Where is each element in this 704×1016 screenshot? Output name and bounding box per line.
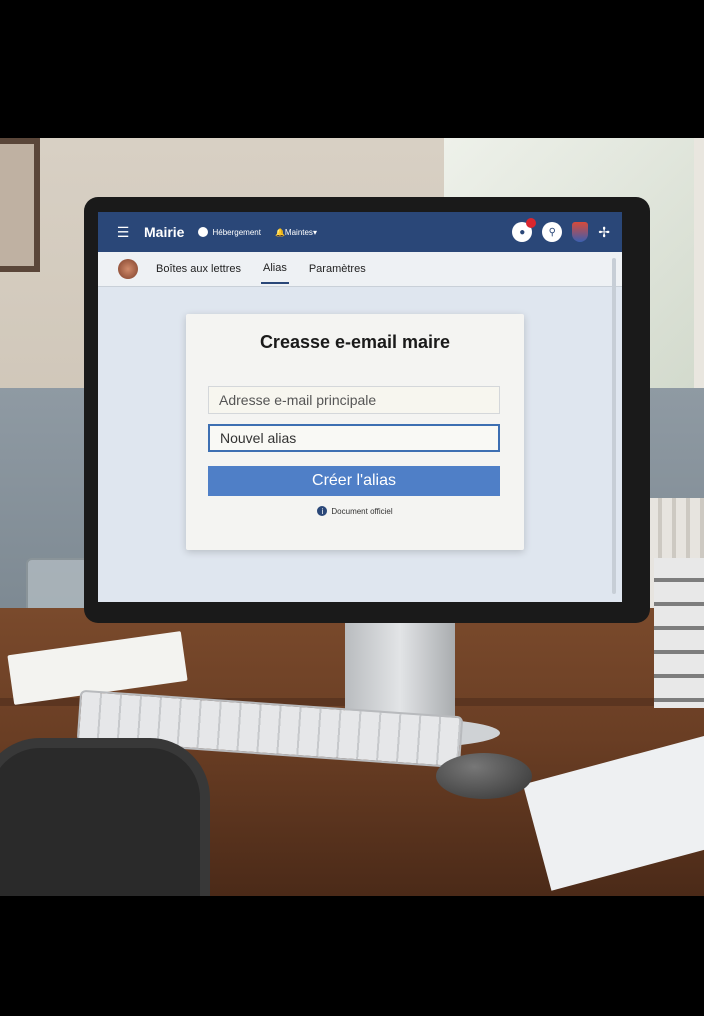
mailbox-icon — [198, 227, 209, 237]
mouse — [436, 753, 532, 799]
alias-form-card: Creasse e-email maire Adresse e-mail pri… — [186, 314, 524, 550]
bell-icon: 🔔 — [274, 227, 285, 237]
header-actions: ● ⚲ ✢ — [512, 218, 610, 242]
nav-item-hebergement[interactable]: Hébergement — [198, 227, 261, 237]
shield-icon[interactable] — [572, 222, 589, 242]
official-document-link[interactable]: i Document officiel — [186, 506, 524, 516]
nav-item-label: Maintes — [284, 227, 313, 237]
notification-badge — [526, 218, 537, 228]
app-brand: Mairie — [144, 224, 185, 240]
monitor-screen: ☰ Mairie Hébergement 🔔 Maintes ▾ ● ⚲ ✢ B… — [98, 212, 622, 602]
form-title: Creasse e-email maire — [259, 332, 451, 352]
search-icon[interactable]: ⚲ — [542, 222, 563, 242]
nav-item-label: Hébergement — [212, 227, 261, 237]
primary-email-field[interactable]: Adresse e-mail principale — [208, 386, 500, 414]
notification-icon[interactable]: ● — [512, 218, 537, 242]
app-header: ☰ Mairie Hébergement 🔔 Maintes ▾ ● ⚲ ✢ — [98, 212, 622, 252]
tab-settings[interactable]: Paramètres — [307, 255, 368, 283]
chevron-down-icon: ▾ — [312, 227, 317, 237]
official-document-label: Document officiel — [331, 506, 393, 516]
info-icon: i — [317, 506, 328, 516]
new-alias-field[interactable]: Nouvel alias — [208, 424, 500, 452]
nav-item-maintes[interactable]: 🔔 Maintes ▾ — [275, 228, 317, 237]
hamburger-menu-icon[interactable]: ☰ — [110, 224, 136, 241]
chair — [0, 738, 210, 896]
avatar[interactable] — [118, 259, 138, 279]
tab-mailboxes[interactable]: Boîtes aux lettres — [154, 255, 243, 283]
scrollbar[interactable] — [612, 258, 616, 594]
document-tray — [654, 558, 704, 708]
create-alias-button[interactable]: Créer l'alias — [208, 466, 500, 496]
pin-icon[interactable]: ✢ — [598, 224, 610, 241]
tab-alias[interactable]: Alias — [261, 254, 289, 284]
tab-bar: Boîtes aux lettres Alias Paramètres — [98, 252, 622, 287]
wall-picture-frame — [0, 138, 40, 272]
